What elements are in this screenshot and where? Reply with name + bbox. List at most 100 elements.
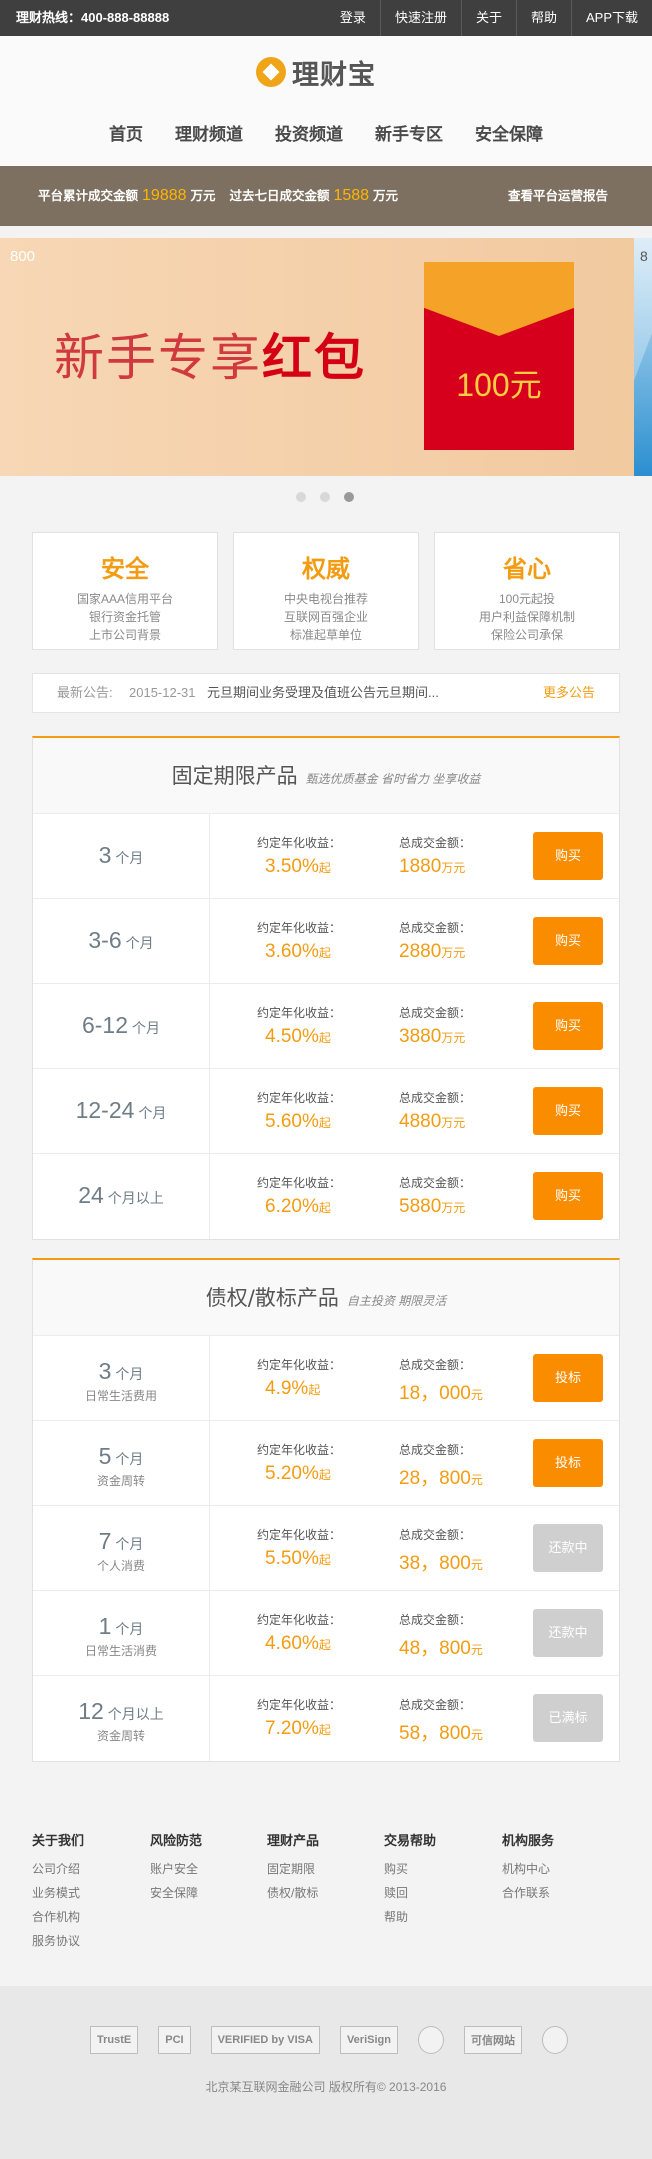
buy-button[interactable]: 购买 <box>533 1172 603 1220</box>
fully-funded-button[interactable]: 已满标 <box>533 1694 603 1742</box>
promo-banner[interactable]: 800 新手专享红包 100元 8 <box>0 238 652 476</box>
amount-caption: 总成交金额： <box>399 1006 472 1020</box>
footer-link[interactable]: 固定期限 <box>267 1857 319 1881</box>
term-cell: 3-6 个月 <box>33 899 210 984</box>
buy-button[interactable]: 购买 <box>533 1087 603 1135</box>
amount-unit: 元 <box>470 1388 483 1402</box>
nav-security[interactable]: 安全保障 <box>475 120 543 145</box>
nav-newbie[interactable]: 新手专区 <box>375 120 443 145</box>
product-row: 1 个月 日常生活消费 约定年化收益： 4.60%起 总成交金额： 48，800元 还款… <box>33 1591 619 1676</box>
rate-cell: 约定年化收益： 4.60%起 <box>257 1611 377 1655</box>
term-unit: 个月 <box>115 1536 144 1552</box>
footer-link[interactable]: 公司介绍 <box>32 1857 84 1881</box>
copyright-area: TrustE PCI VERIFIED by VISA VeriSign 可信网… <box>0 1986 652 2159</box>
announcement-label: 最新公告: <box>57 685 113 700</box>
debt-products-panel: 债权/散标产品 自主投资 期限灵活 3 个月 日常生活费用 约定年化收益： 4.9%起 … <box>32 1258 620 1762</box>
top-bar: 理财热线：400-888-88888 登录 快速注册 关于 帮助 APP下载 <box>0 0 652 36</box>
help-link[interactable]: 帮助 <box>515 0 571 36</box>
repaying-button[interactable]: 还款中 <box>533 1609 603 1657</box>
term-unit: 个月 <box>125 935 154 951</box>
next-slide-preview[interactable] <box>634 238 652 476</box>
feature-line: 国家AAA信用平台 <box>76 592 173 606</box>
report-link[interactable]: 查看平台运营报告 <box>508 166 608 226</box>
footer-link[interactable]: 合作机构 <box>32 1905 84 1929</box>
amount-caption: 总成交金额： <box>399 921 472 935</box>
hotline-text: 理财热线：400-888-88888 <box>16 10 170 25</box>
panel-title: 固定期限产品 <box>171 764 298 788</box>
stats-summary: 平台累计成交金额 19888 万元 过去七日成交金额 1588 万元 <box>38 166 398 226</box>
police-badge-icon[interactable] <box>541 2026 568 2054</box>
footer-link[interactable]: 赎回 <box>384 1881 436 1905</box>
footer-link[interactable]: 合作联系 <box>502 1881 554 1905</box>
footer-column-products: 理财产品 固定期限 债权/散标 <box>267 1830 319 1905</box>
login-link[interactable]: 登录 <box>326 0 380 36</box>
announcement-date: 2015-12-31 <box>129 685 196 700</box>
rate-value: 3.60% <box>265 941 319 962</box>
amount-value: 28，800 <box>399 1468 471 1489</box>
amount-cell: 总成交金额： 58，800元 <box>399 1696 519 1745</box>
carousel-dot[interactable] <box>296 492 306 502</box>
amount-unit: 元 <box>470 1728 483 1742</box>
amount-caption: 总成交金额： <box>399 836 472 850</box>
footer-link[interactable]: 机构中心 <box>502 1857 554 1881</box>
footer-link[interactable]: 债权/散标 <box>267 1881 319 1905</box>
footer-link[interactable]: 业务模式 <box>32 1881 84 1905</box>
bid-button[interactable]: 投标 <box>533 1354 603 1402</box>
nav-home[interactable]: 首页 <box>109 120 143 145</box>
pci-badge-icon[interactable]: PCI <box>158 2026 191 2054</box>
product-row: 3-6 个月 约定年化收益： 3.60%起 总成交金额： 2880万元 购买 <box>33 899 619 984</box>
verisign-badge-icon[interactable]: VeriSign <box>339 2026 398 2054</box>
stats-bar: 平台累计成交金额 19888 万元 过去七日成交金额 1588 万元 查看平台运营报告 <box>0 166 652 226</box>
amount-caption: 总成交金额： <box>399 1528 472 1542</box>
footer-links: 关于我们 公司介绍 业务模式 合作机构 服务协议 风险防范 账户安全 安全保障 … <box>0 1786 652 1986</box>
footer-link[interactable]: 账户安全 <box>150 1857 202 1881</box>
footer-link[interactable]: 购买 <box>384 1857 436 1881</box>
repaying-button[interactable]: 还款中 <box>533 1524 603 1572</box>
buy-button[interactable]: 购买 <box>533 1002 603 1050</box>
verified-by-visa-badge-icon[interactable]: VERIFIED by VISA <box>210 2026 320 2054</box>
product-row: 12 个月以上 资金周转 约定年化收益： 7.20%起 总成交金额： 58，800元 已… <box>33 1676 619 1761</box>
amount-caption: 总成交金额： <box>399 1698 472 1712</box>
logo[interactable]: 理财宝 <box>256 54 376 91</box>
app-download-link[interactable]: APP下载 <box>570 0 652 36</box>
footer-column-institution: 机构服务 机构中心 合作联系 <box>502 1830 554 1905</box>
rate-suffix: 起 <box>318 1638 331 1652</box>
carousel-dot-active[interactable] <box>344 492 354 502</box>
more-announcements-link[interactable]: 更多公告 <box>543 674 595 712</box>
amount-cell: 总成交金额： 18，000元 <box>399 1356 519 1405</box>
rate-value: 4.9% <box>265 1378 309 1399</box>
rate-caption: 约定年化收益： <box>257 1613 342 1627</box>
rate-cell: 约定年化收益： 7.20%起 <box>257 1696 377 1740</box>
footer-heading: 理财产品 <box>267 1833 320 1848</box>
rate-cell: 约定年化收益： 5.50%起 <box>257 1526 377 1570</box>
feature-line: 中央电视台推荐 <box>283 592 368 606</box>
banner-headline: 新手专享红包 <box>54 318 366 390</box>
announcement-text[interactable]: 元旦期间业务受理及值班公告元旦期间... <box>207 674 439 712</box>
trusted-site-badge-icon[interactable]: 可信网站 <box>463 2026 522 2054</box>
shield-badge-icon[interactable] <box>417 2026 444 2054</box>
footer-link[interactable]: 服务协议 <box>32 1929 84 1953</box>
loan-purpose: 日常生活消费 <box>84 1644 157 1658</box>
panel-subtitle: 自主投资 期限灵活 <box>346 1294 447 1308</box>
register-link[interactable]: 快速注册 <box>379 0 461 36</box>
term-unit: 个月 <box>115 1366 144 1382</box>
rate-suffix: 起 <box>318 1468 331 1482</box>
footer-heading: 关于我们 <box>32 1833 85 1848</box>
truste-badge-icon[interactable]: TrustE <box>90 2026 139 2054</box>
buy-button[interactable]: 购买 <box>533 832 603 880</box>
nav-wealth[interactable]: 理财频道 <box>175 120 243 145</box>
rate-value: 4.50% <box>265 1026 319 1047</box>
bid-button[interactable]: 投标 <box>533 1439 603 1487</box>
nav-invest[interactable]: 投资频道 <box>275 120 343 145</box>
buy-button[interactable]: 购买 <box>533 917 603 965</box>
footer-link[interactable]: 帮助 <box>384 1905 436 1929</box>
rate-cell: 约定年化收益： 5.20%起 <box>257 1441 377 1485</box>
feature-line: 用户利益保障机制 <box>478 610 575 624</box>
about-link[interactable]: 关于 <box>460 0 516 36</box>
amount-value: 5880 <box>399 1196 442 1217</box>
footer-link[interactable]: 安全保障 <box>150 1881 202 1905</box>
term-unit: 个月 <box>115 1451 144 1467</box>
carousel-dot[interactable] <box>320 492 330 502</box>
term-cell: 24 个月以上 <box>33 1154 210 1239</box>
next-slide-corner-number: 8 <box>640 248 648 264</box>
